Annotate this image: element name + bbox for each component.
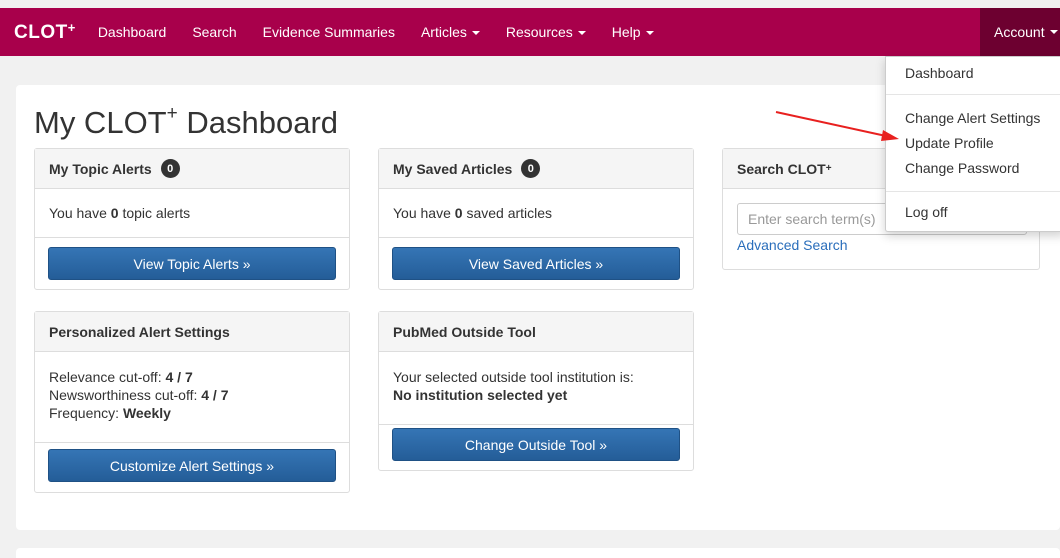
menu-item-change-password[interactable]: Change Password [905,160,1019,176]
relevance-value: 4 / 7 [165,369,193,385]
nav-resources-dropdown[interactable]: Resources [506,24,586,40]
menu-divider [886,94,1060,95]
frequency-value: Weekly [122,405,171,421]
topic-alerts-title: My Topic Alerts [49,160,152,177]
pubmed-tool-line1: Your selected outside tool institution i… [393,369,634,385]
menu-item-dashboard[interactable]: Dashboard [905,65,974,81]
divider [35,237,349,238]
caret-down-icon [1049,30,1058,34]
topic-alerts-text-after: topic alerts [118,205,191,221]
topic-alerts-text-before: You have [49,205,111,221]
caret-down-icon [471,31,480,35]
menu-item-update-profile[interactable]: Update Profile [905,135,994,151]
nav-help-dropdown[interactable]: Help [612,24,654,40]
topic-alerts-card: My Topic Alerts 0 You have 0 topic alert… [34,148,350,290]
page-title: My CLOT+ Dashboard [34,103,338,141]
divider [379,424,693,425]
caret-down-icon [577,31,586,35]
saved-articles-card: My Saved Articles 0 You have 0 saved art… [378,148,694,290]
menu-item-change-alert-settings[interactable]: Change Alert Settings [905,110,1040,126]
saved-articles-count: 0 [454,205,463,221]
pubmed-tool-header: PubMed Outside Tool [379,312,693,352]
nav-evidence-summaries[interactable]: Evidence Summaries [263,24,395,40]
nav-help-label: Help [611,24,641,40]
lower-panel [16,548,1060,558]
nav-dashboard[interactable]: Dashboard [98,24,167,40]
search-card-title-sup: + [825,163,832,174]
alert-settings-title: Personalized Alert Settings [49,323,230,340]
saved-articles-text: You have 0 saved articles [393,204,552,222]
newsworthiness-value: 4 / 7 [201,387,229,403]
nav-resources-label: Resources [505,24,573,40]
pubmed-tool-title: PubMed Outside Tool [393,323,536,340]
pubmed-tool-line2: No institution selected yet [393,387,568,403]
brand-text: CLOT [14,22,68,43]
nav-articles-label: Articles [420,24,467,40]
view-saved-articles-button[interactable]: View Saved Articles » [392,247,680,280]
frequency-label: Frequency: [49,405,123,421]
topic-alerts-count: 0 [110,205,119,221]
nav-dashboard-label: Dashboard [97,24,167,40]
newsworthiness-line: Newsworthiness cut-off: 4 / 7 [49,386,335,404]
divider [379,237,693,238]
saved-articles-header: My Saved Articles 0 [379,149,693,189]
page-title-suffix: Dashboard [177,105,339,140]
relevance-line: Relevance cut-off: 4 / 7 [49,368,335,386]
account-label: Account [994,24,1045,40]
menu-item-log-off[interactable]: Log off [905,204,948,220]
customize-alert-settings-button[interactable]: Customize Alert Settings » [48,449,336,482]
nav-account-dropdown[interactable]: Account [980,8,1060,56]
nav-evidence-label: Evidence Summaries [262,24,395,40]
saved-articles-title: My Saved Articles [393,160,513,177]
search-card-title: Search CLOT [737,160,826,177]
alert-settings-header: Personalized Alert Settings [35,312,349,352]
alert-settings-card: Personalized Alert Settings Relevance cu… [34,311,350,493]
topic-alerts-text: You have 0 topic alerts [49,204,190,222]
nav-articles-dropdown[interactable]: Articles [421,24,480,40]
caret-down-icon [645,31,654,35]
change-outside-tool-button[interactable]: Change Outside Tool » [392,428,680,461]
pubmed-tool-body: Your selected outside tool institution i… [379,352,693,424]
page-title-sup: + [166,103,178,124]
saved-articles-text-before: You have [393,205,455,221]
relevance-label: Relevance cut-off: [49,369,166,385]
brand-logo[interactable]: CLOT+ [14,20,76,44]
saved-articles-text-after: saved articles [462,205,553,221]
saved-articles-body: You have 0 saved articles [379,189,693,237]
topic-alerts-header: My Topic Alerts 0 [35,149,349,189]
newsworthiness-label: Newsworthiness cut-off: [49,387,202,403]
top-navbar: CLOT+ Dashboard Search Evidence Summarie… [0,8,1060,56]
topic-alerts-body: You have 0 topic alerts [35,189,349,237]
account-dropdown-menu: Dashboard Change Alert Settings Update P… [885,56,1060,232]
page-title-text: My CLOT [34,105,167,140]
pubmed-tool-card: PubMed Outside Tool Your selected outsid… [378,311,694,471]
view-topic-alerts-button[interactable]: View Topic Alerts » [48,247,336,280]
brand-sup: + [67,20,76,35]
alert-settings-body: Relevance cut-off: 4 / 7 Newsworthiness … [35,352,349,442]
nav-search[interactable]: Search [192,24,236,40]
advanced-search-link[interactable]: Advanced Search [737,237,848,253]
frequency-line: Frequency: Weekly [49,404,335,422]
menu-divider [886,191,1060,192]
nav-search-label: Search [192,24,237,40]
saved-articles-count-badge: 0 [521,159,541,178]
topic-alerts-count-badge: 0 [160,159,180,178]
divider [35,442,349,443]
